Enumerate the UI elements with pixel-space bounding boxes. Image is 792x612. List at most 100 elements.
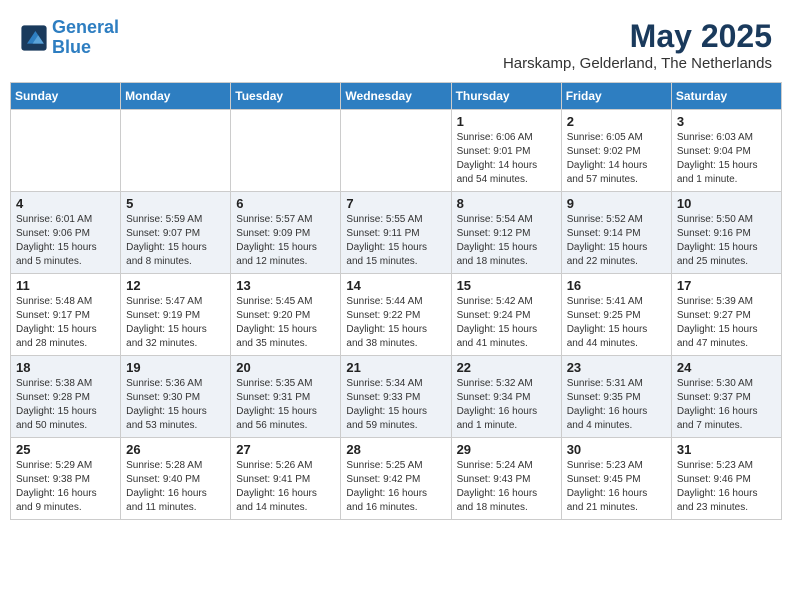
table-row: 23 Sunrise: 5:31 AMSunset: 9:35 PMDayligh… <box>561 356 671 438</box>
day-detail: Sunrise: 5:54 AMSunset: 9:12 PMDaylight:… <box>457 213 556 269</box>
day-detail: Sunrise: 5:42 AMSunset: 9:24 PMDaylight:… <box>457 295 556 351</box>
day-number: 18 <box>16 360 115 375</box>
table-row: 11 Sunrise: 5:48 AMSunset: 9:17 PMDayligh… <box>11 274 121 356</box>
table-row: 3 Sunrise: 6:03 AMSunset: 9:04 PMDaylight… <box>671 110 781 192</box>
table-row: 17Sunrise: 5:39 AMSunset: 9:27 PMDayligh… <box>671 274 781 356</box>
day-detail: Sunrise: 5:38 AMSunset: 9:28 PMDaylight:… <box>16 377 115 433</box>
day-number: 12 <box>126 278 225 293</box>
table-row: 2 Sunrise: 6:05 AMSunset: 9:02 PMDaylight… <box>561 110 671 192</box>
col-saturday: Saturday <box>671 83 781 110</box>
table-row: 28 Sunrise: 5:25 AMSunset: 9:42 PMDayligh… <box>341 438 451 520</box>
day-detail: Sunrise: 6:03 AMSunset: 9:04 PMDaylight:… <box>677 131 776 187</box>
table-row: 9 Sunrise: 5:52 AMSunset: 9:14 PMDaylight… <box>561 192 671 274</box>
day-number: 24 <box>677 360 776 375</box>
day-detail: Sunrise: 5:59 AMSunset: 9:07 PMDaylight:… <box>126 213 225 269</box>
table-row: 13Sunrise: 5:45 AMSunset: 9:20 PMDayligh… <box>231 274 341 356</box>
day-number: 31 <box>677 442 776 457</box>
day-number: 29 <box>457 442 556 457</box>
day-number: 5 <box>126 196 225 211</box>
table-row <box>11 110 121 192</box>
table-row: 26 Sunrise: 5:28 AMSunset: 9:40 PMDayligh… <box>121 438 231 520</box>
day-detail: Sunrise: 5:52 AMSunset: 9:14 PMDaylight:… <box>567 213 666 269</box>
table-row: 22Sunrise: 5:32 AMSunset: 9:34 PMDayligh… <box>451 356 561 438</box>
table-row: 24 Sunrise: 5:30 AMSunset: 9:37 PMDayligh… <box>671 356 781 438</box>
table-row: 1Sunrise: 6:06 AMSunset: 9:01 PMDaylight… <box>451 110 561 192</box>
calendar-week-row: 1Sunrise: 6:06 AMSunset: 9:01 PMDaylight… <box>11 110 782 192</box>
day-detail: Sunrise: 5:25 AMSunset: 9:42 PMDaylight:… <box>346 459 445 515</box>
day-number: 4 <box>16 196 115 211</box>
day-number: 2 <box>567 114 666 129</box>
day-detail: Sunrise: 6:05 AMSunset: 9:02 PMDaylight:… <box>567 131 666 187</box>
calendar-week-row: 18 Sunrise: 5:38 AMSunset: 9:28 PMDayligh… <box>11 356 782 438</box>
day-number: 7 <box>346 196 445 211</box>
table-row: 29 Sunrise: 5:24 AMSunset: 9:43 PMDayligh… <box>451 438 561 520</box>
calendar-week-row: 25Sunrise: 5:29 AMSunset: 9:38 PMDayligh… <box>11 438 782 520</box>
logo-line1: General <box>52 17 119 37</box>
table-row: 19 Sunrise: 5:36 AMSunset: 9:30 PMDayligh… <box>121 356 231 438</box>
col-monday: Monday <box>121 83 231 110</box>
day-detail: Sunrise: 5:26 AMSunset: 9:41 PMDaylight:… <box>236 459 335 515</box>
day-number: 22 <box>457 360 556 375</box>
table-row: 8Sunrise: 5:54 AMSunset: 9:12 PMDaylight… <box>451 192 561 274</box>
table-row: 10Sunrise: 5:50 AMSunset: 9:16 PMDayligh… <box>671 192 781 274</box>
day-detail: Sunrise: 5:48 AMSunset: 9:17 PMDaylight:… <box>16 295 115 351</box>
table-row: 18 Sunrise: 5:38 AMSunset: 9:28 PMDayligh… <box>11 356 121 438</box>
day-detail: Sunrise: 5:45 AMSunset: 9:20 PMDaylight:… <box>236 295 335 351</box>
day-number: 9 <box>567 196 666 211</box>
day-number: 23 <box>567 360 666 375</box>
title-block: May 2025 Harskamp, Gelderland, The Nethe… <box>503 18 772 72</box>
col-tuesday: Tuesday <box>231 83 341 110</box>
table-row: 4 Sunrise: 6:01 AMSunset: 9:06 PMDaylight… <box>11 192 121 274</box>
day-number: 6 <box>236 196 335 211</box>
table-row: 30 Sunrise: 5:23 AMSunset: 9:45 PMDayligh… <box>561 438 671 520</box>
table-row: 7 Sunrise: 5:55 AMSunset: 9:11 PMDaylight… <box>341 192 451 274</box>
day-detail: Sunrise: 5:35 AMSunset: 9:31 PMDaylight:… <box>236 377 335 433</box>
table-row: 14Sunrise: 5:44 AMSunset: 9:22 PMDayligh… <box>341 274 451 356</box>
day-number: 16 <box>567 278 666 293</box>
day-number: 3 <box>677 114 776 129</box>
table-row <box>121 110 231 192</box>
logo-text: General Blue <box>52 18 119 58</box>
day-detail: Sunrise: 5:23 AMSunset: 9:45 PMDaylight:… <box>567 459 666 515</box>
day-detail: Sunrise: 5:50 AMSunset: 9:16 PMDaylight:… <box>677 213 776 269</box>
day-detail: Sunrise: 5:29 AMSunset: 9:38 PMDaylight:… <box>16 459 115 515</box>
day-number: 11 <box>16 278 115 293</box>
day-number: 21 <box>346 360 445 375</box>
day-detail: Sunrise: 5:36 AMSunset: 9:30 PMDaylight:… <box>126 377 225 433</box>
day-number: 1 <box>457 114 556 129</box>
month-year: May 2025 <box>503 18 772 55</box>
table-row: 12 Sunrise: 5:47 AMSunset: 9:19 PMDayligh… <box>121 274 231 356</box>
col-friday: Friday <box>561 83 671 110</box>
col-wednesday: Wednesday <box>341 83 451 110</box>
table-row: 21Sunrise: 5:34 AMSunset: 9:33 PMDayligh… <box>341 356 451 438</box>
day-number: 14 <box>346 278 445 293</box>
day-number: 15 <box>457 278 556 293</box>
table-row: 27Sunrise: 5:26 AMSunset: 9:41 PMDayligh… <box>231 438 341 520</box>
day-detail: Sunrise: 5:57 AMSunset: 9:09 PMDaylight:… <box>236 213 335 269</box>
calendar-header-row: Sunday Monday Tuesday Wednesday Thursday… <box>11 83 782 110</box>
day-detail: Sunrise: 5:47 AMSunset: 9:19 PMDaylight:… <box>126 295 225 351</box>
day-detail: Sunrise: 5:23 AMSunset: 9:46 PMDaylight:… <box>677 459 776 515</box>
page-header: General Blue May 2025 Harskamp, Gelderla… <box>10 10 782 76</box>
day-detail: Sunrise: 5:41 AMSunset: 9:25 PMDaylight:… <box>567 295 666 351</box>
day-detail: Sunrise: 6:01 AMSunset: 9:06 PMDaylight:… <box>16 213 115 269</box>
calendar-week-row: 11 Sunrise: 5:48 AMSunset: 9:17 PMDayligh… <box>11 274 782 356</box>
logo-line2: Blue <box>52 37 91 57</box>
table-row: 5 Sunrise: 5:59 AMSunset: 9:07 PMDaylight… <box>121 192 231 274</box>
day-detail: Sunrise: 5:31 AMSunset: 9:35 PMDaylight:… <box>567 377 666 433</box>
table-row <box>231 110 341 192</box>
day-number: 20 <box>236 360 335 375</box>
day-detail: Sunrise: 5:55 AMSunset: 9:11 PMDaylight:… <box>346 213 445 269</box>
day-number: 30 <box>567 442 666 457</box>
calendar-week-row: 4 Sunrise: 6:01 AMSunset: 9:06 PMDaylight… <box>11 192 782 274</box>
table-row: 20 Sunrise: 5:35 AMSunset: 9:31 PMDayligh… <box>231 356 341 438</box>
day-number: 26 <box>126 442 225 457</box>
day-number: 28 <box>346 442 445 457</box>
day-detail: Sunrise: 5:30 AMSunset: 9:37 PMDaylight:… <box>677 377 776 433</box>
col-thursday: Thursday <box>451 83 561 110</box>
location: Harskamp, Gelderland, The Netherlands <box>503 55 772 72</box>
day-detail: Sunrise: 5:24 AMSunset: 9:43 PMDaylight:… <box>457 459 556 515</box>
day-number: 19 <box>126 360 225 375</box>
logo: General Blue <box>20 18 119 58</box>
day-detail: Sunrise: 5:28 AMSunset: 9:40 PMDaylight:… <box>126 459 225 515</box>
